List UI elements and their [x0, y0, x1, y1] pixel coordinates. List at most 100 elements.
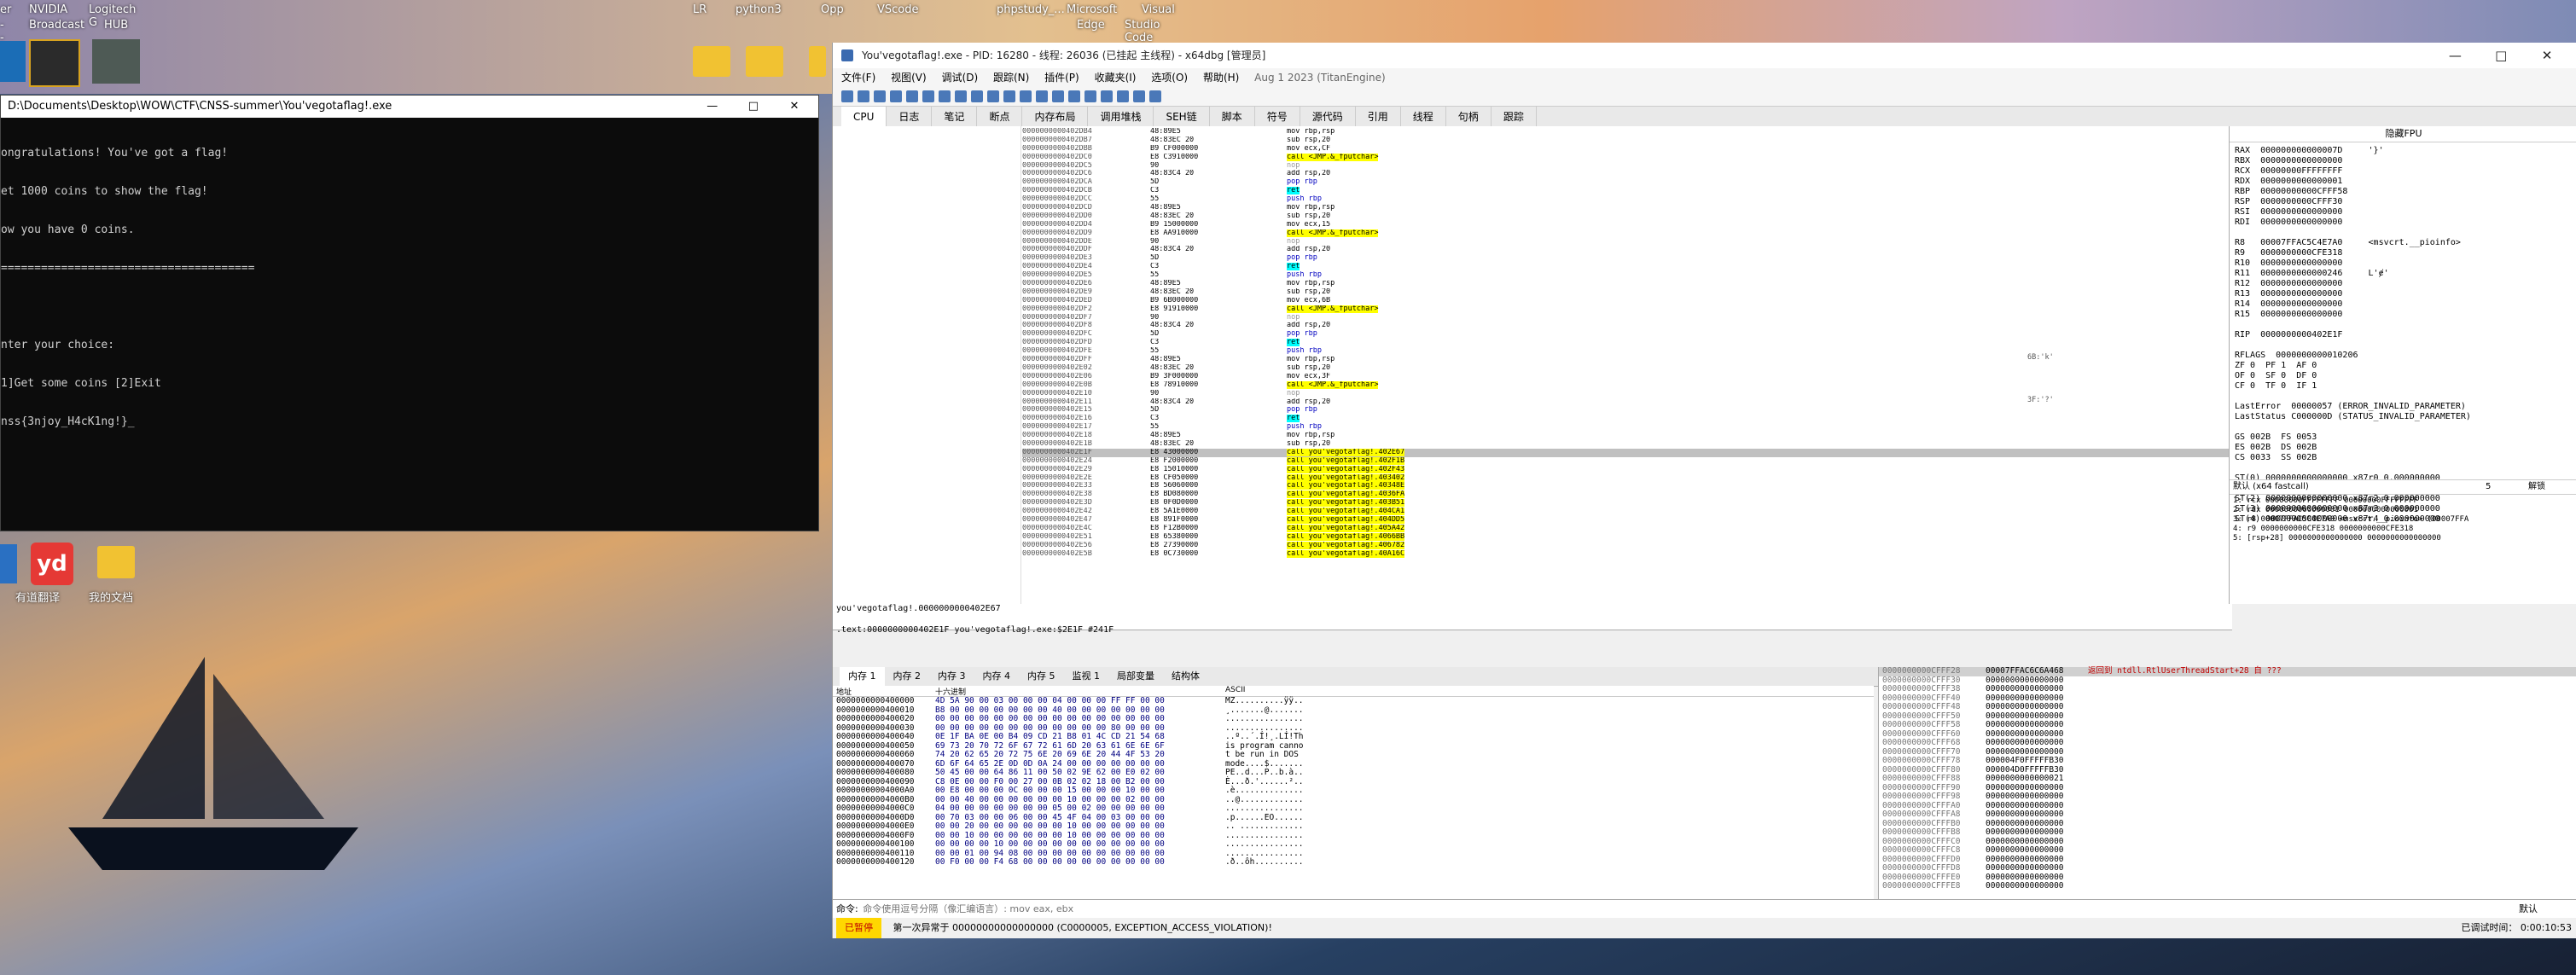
stack-row[interactable]: 0000000000CFFF28 00007FFAC6C6A468 返回到 ntdl… [1879, 666, 2576, 676]
register-line[interactable]: RIP 0000000000402E1F [2235, 330, 2576, 340]
register-line[interactable]: CF 0 TF 0 IF 1 [2235, 381, 2576, 392]
dump-row[interactable]: 0000000000400120 00 F0 00 00 F4 68 00 00 … [833, 857, 1874, 868]
tab-references[interactable]: 引用 [1356, 107, 1401, 127]
disasm-row[interactable]: 0000000000402E0B E8 78910000 call <JMP.&_f… [1022, 380, 2229, 390]
register-line[interactable]: RSP 0000000000CFFF30 [2235, 197, 2576, 207]
disasm-row[interactable]: 0000000000402DCB C3 ret [1022, 187, 2229, 195]
stack-row[interactable]: 0000000000CFFF90 0000000000000000 [1879, 783, 2576, 793]
disasm-row[interactable]: 0000000000402DF2 E8 91910000 call <JMP.&_f… [1022, 305, 2229, 314]
disasm-row[interactable]: 0000000000402DCC 55 push rbp [1022, 195, 2229, 204]
disasm-row[interactable]: 0000000000402E15 5D pop rbp [1022, 406, 2229, 415]
menu-favourites[interactable]: 收藏夹(I) [1095, 72, 1137, 84]
stack-row[interactable]: 0000000000CFFFD8 0000000000000000 [1879, 863, 2576, 873]
disasm-row[interactable]: 0000000000402DE4 C3 ret [1022, 263, 2229, 271]
desktop-icon-label[interactable]: phpstudy_... [997, 3, 1065, 16]
folder-icon[interactable] [693, 46, 730, 77]
stack-row[interactable]: 0000000000CFFFE0 0000000000000000 [1879, 873, 2576, 883]
disasm-row[interactable]: 0000000000402E42 E8 5A1E0000 call you'vego… [1022, 508, 2229, 516]
register-line[interactable]: ES 002B DS 002B [2235, 443, 2576, 453]
console-window[interactable]: D:\Documents\Desktop\WOW\CTF\CNSS-summer… [0, 95, 819, 531]
disasm-row[interactable]: 0000000000402E24 E8 F2000000 call you'vego… [1022, 456, 2229, 466]
disasm-row[interactable]: 0000000000402DED B9 6B000000 mov ecx,6B [1022, 297, 2229, 305]
web-icon[interactable] [1149, 90, 1161, 102]
function-icon[interactable] [1101, 90, 1113, 102]
register-line[interactable]: RAX 000000000000007D '}' [2235, 146, 2576, 156]
dump-row[interactable]: 0000000000400020 00 00 00 00 00 00 00 00 … [833, 714, 1874, 724]
memory-dump-pane[interactable]: 地址 十六进制 ASCII 0000000000400000 4D 5A 90 0… [833, 686, 1874, 899]
disasm-row[interactable]: 0000000000402DFC 5D pop rbp [1022, 330, 2229, 339]
tab-call-stack[interactable]: 调用堆栈 [1088, 107, 1154, 127]
disasm-row[interactable]: 0000000000402E3D E8 0F0D0000 call you'vego… [1022, 499, 2229, 508]
register-line[interactable]: R8 00007FFAC5C4E7A0 <msvcrt.__pioinfo> [2235, 238, 2576, 248]
disasm-row[interactable]: 0000000000402E18 48:89E5 mov rbp,rsp [1022, 432, 2229, 440]
tab-struct[interactable]: 结构体 [1163, 667, 1208, 686]
tab-trace[interactable]: 跟踪 [1492, 107, 1537, 127]
tab-log[interactable]: 日志 [887, 107, 933, 127]
disasm-row[interactable]: 0000000000402E17 55 push rbp [1022, 423, 2229, 432]
register-line[interactable]: RDI 0000000000000000 [2235, 218, 2576, 228]
register-line[interactable] [2235, 392, 2576, 402]
stack-row[interactable]: 0000000000CFFF98 0000000000000000 [1879, 792, 2576, 802]
menu-view[interactable]: 视图(V) [891, 72, 927, 84]
register-line[interactable]: RFLAGS 0000000000010206 [2235, 351, 2576, 361]
disasm-row[interactable]: 0000000000402DE3 5D pop rbp [1022, 254, 2229, 263]
tab-watch-1[interactable]: 监视 1 [1064, 667, 1109, 686]
stack-row[interactable]: 0000000000CFFF48 0000000000000000 [1879, 702, 2576, 712]
disasm-row[interactable]: 0000000000402E02 48:83EC 20 sub rsp,20 [1022, 364, 2229, 373]
stack-row[interactable]: 0000000000CFFF78 000004F0FFFFFB30 [1879, 756, 2576, 766]
youdao-icon[interactable]: yd [31, 543, 73, 585]
register-line[interactable]: OF 0 SF 0 DF 0 [2235, 371, 2576, 381]
disasm-row[interactable]: 0000000000402E16 C3 ret [1022, 415, 2229, 423]
stack-row[interactable]: 0000000000CFFFC8 0000000000000000 [1879, 845, 2576, 856]
stack-row[interactable]: 0000000000CFFFD0 0000000000000000 [1879, 855, 2576, 865]
disasm-row[interactable]: 0000000000402DDE 90 nop [1022, 238, 2229, 247]
folder-icon[interactable] [97, 546, 135, 578]
register-line[interactable]: R12 0000000000000000 [2235, 279, 2576, 289]
maximize-button[interactable]: □ [2480, 43, 2522, 68]
calculator-icon[interactable] [1117, 90, 1129, 102]
stack-row[interactable]: 0000000000CFFF70 0000000000000000 [1879, 747, 2576, 757]
command-mode-select[interactable]: 默认 [2519, 900, 2538, 919]
desktop-icon-label[interactable]: LR [693, 3, 707, 16]
bookmark-icon[interactable] [1084, 90, 1096, 102]
dump-row[interactable]: 00000000004000E0 00 00 20 00 00 00 00 00 … [833, 821, 1874, 832]
disassembly-pane[interactable]: 0000000000402DB4 48:89E5 mov rbp,rsp 000000… [833, 126, 2229, 605]
app-icon[interactable] [0, 41, 26, 82]
desktop-icon-label[interactable]: VScode [877, 3, 919, 16]
pause-icon[interactable] [906, 90, 918, 102]
tab-symbols[interactable]: 符号 [1255, 107, 1300, 127]
register-line[interactable]: R10 0000000000000000 [2235, 258, 2576, 269]
register-line[interactable] [2235, 340, 2576, 351]
tab-dump-1[interactable]: 内存 1 [840, 667, 885, 686]
stack-row[interactable]: 0000000000CFFF50 0000000000000000 [1879, 711, 2576, 722]
register-line[interactable]: ZF 0 PF 1 AF 0 [2235, 361, 2576, 371]
stack-row[interactable]: 0000000000CFFF40 0000000000000000 [1879, 694, 2576, 704]
register-line[interactable]: R9 0000000000CFE318 [2235, 248, 2576, 258]
dump-row[interactable]: 00000000004000C0 04 00 00 00 00 00 00 00 … [833, 804, 1874, 814]
console-output[interactable]: ongratulations! You've got a flag! et 10… [1, 118, 818, 454]
close-button[interactable]: ✕ [776, 96, 813, 118]
disasm-row[interactable]: 0000000000402DDF 48:83C4 20 add rsp,20 [1022, 246, 2229, 254]
disasm-row[interactable]: 0000000000402DC5 90 nop [1022, 162, 2229, 171]
execute-till-return-icon[interactable] [987, 90, 999, 102]
tab-memory-map[interactable]: 内存布局 [1022, 107, 1089, 127]
disasm-row[interactable]: 0000000000402E5B E8 0C730000 call you'vego… [1022, 549, 2229, 559]
run-icon[interactable] [890, 90, 902, 102]
disasm-row[interactable]: 0000000000402E2E E8 CF050000 call you'vego… [1022, 473, 2229, 483]
register-line[interactable]: RBX 0000000000000000 [2235, 156, 2576, 166]
close-button[interactable]: ✕ [2526, 43, 2568, 68]
disasm-row[interactable]: 0000000000402DB7 48:83EC 20 sub rsp,20 [1022, 136, 2229, 145]
tab-threads[interactable]: 线程 [1401, 107, 1446, 127]
tab-notes[interactable]: 笔记 [932, 107, 978, 127]
register-line[interactable]: RDX 0000000000000001 [2235, 177, 2576, 187]
tab-breakpoints[interactable]: 断点 [977, 107, 1023, 127]
stack-row[interactable]: 0000000000CFFFA0 0000000000000000 [1879, 801, 2576, 811]
stack-row[interactable]: 0000000000CFFF38 0000000000000000 [1879, 684, 2576, 694]
stack-row[interactable]: 0000000000CFFF88 0000000000000021 [1879, 774, 2576, 784]
register-line[interactable]: R13 0000000000000000 [2235, 289, 2576, 299]
desktop-icon-label[interactable]: Opp [821, 3, 844, 16]
csgo-icon[interactable] [29, 39, 80, 87]
register-line[interactable] [2235, 320, 2576, 330]
disasm-row[interactable]: 0000000000402DCA 5D pop rbp [1022, 178, 2229, 187]
tab-seh[interactable]: SEH链 [1154, 107, 1210, 127]
